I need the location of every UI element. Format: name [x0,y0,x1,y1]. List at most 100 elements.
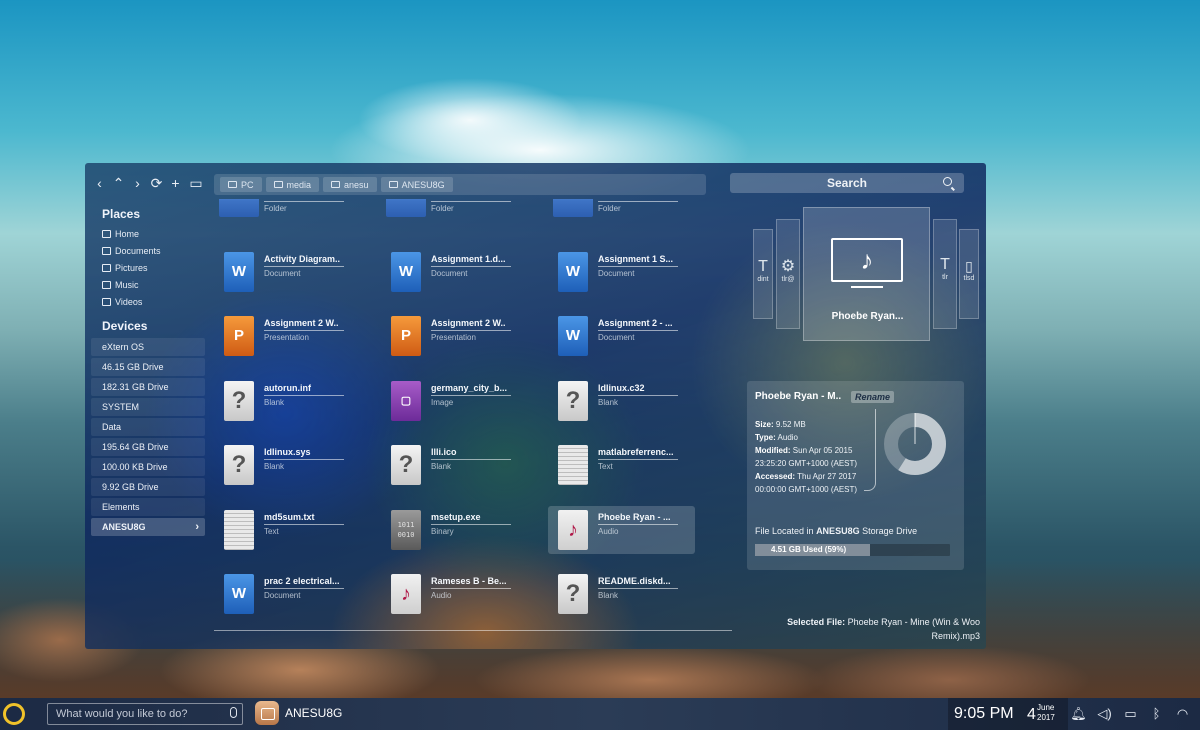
file-item[interactable]: P Assignment 2 W.. Presentation [381,312,528,360]
file-item[interactable]: ♪ Rameses B - Be... Audio [381,570,528,618]
volume-icon[interactable]: ◁) [1096,705,1113,722]
wifi-icon[interactable]: ◠ [1174,705,1191,722]
sidebar-device-item[interactable]: 9.92 GB Drive [91,478,205,496]
microphone-icon[interactable] [230,707,237,718]
file-item[interactable]: W Assignment 1 S... Document [548,248,695,296]
file-item[interactable]: 1011 0010 msetup.exe Binary [381,506,528,554]
coverflow-item[interactable]: Tdint [753,229,773,319]
up-icon[interactable]: ⌃ [112,175,125,191]
sidebar-item-music[interactable]: Music [91,276,205,293]
file-item[interactable]: P Assignment 2 W.. Presentation [214,312,361,360]
screen-icon[interactable]: ▭ [188,175,204,191]
location-text: File Located in ANESU8G Storage Drive [755,526,918,536]
sidebar-item-pictures[interactable]: Pictures [91,259,205,276]
word-file-icon: W [391,251,421,292]
sidebar-device-item[interactable]: SYSTEM [91,398,205,416]
file-item[interactable]: matlabreferrenc... Text [548,441,695,489]
binary-file-icon: 1011 0010 [391,509,421,550]
file-item[interactable]: study Folder [214,199,361,231]
forward-icon[interactable]: › [131,175,144,191]
file-item[interactable]: ♪ Phoebe Ryan - ... Audio [548,505,695,554]
breadcrumb-item[interactable]: PC [220,177,262,192]
file-item[interactable]: ? README.diskd... Blank [548,570,695,618]
taskbar-app-file-manager[interactable]: ANESU8G [255,701,342,725]
clock[interactable]: 9:05 PM 4 June 2017 [948,698,1068,730]
file-item[interactable]: W Assignment 2 - ... Document [548,312,695,360]
file-item[interactable]: W Activity Diagram.. Document [214,248,361,296]
breadcrumb: PC media anesu ANESU8G [214,174,706,195]
sidebar-device-item[interactable]: Elements [91,498,205,516]
text-file-icon [558,445,588,485]
file-item[interactable]: ? ldlinux.sys Blank [214,441,361,489]
sidebar-device-item[interactable]: 182.31 GB Drive [91,378,205,396]
file-item[interactable]: System Volume... Folder [548,199,695,231]
divider [864,409,876,491]
file-type: Folder [431,204,454,213]
add-icon[interactable]: + [169,175,182,191]
bell-icon[interactable]: 🔔︎ [1070,705,1087,722]
refresh-icon[interactable]: ⟳ [150,175,163,191]
back-icon[interactable]: ‹ [93,175,106,191]
sidebar-device-item[interactable]: 195.64 GB Drive [91,438,205,456]
blank-file-icon: ? [391,445,421,485]
file-item[interactable]: ? autorun.inf Blank [214,377,361,425]
file-type: Blank [598,397,619,407]
coverflow-item[interactable]: ⚙ tlr@ [776,219,800,329]
file-name: ldlinux.sys [264,447,344,460]
sidebar-item-home[interactable]: Home [91,225,205,242]
sidebar-device-item[interactable]: 100.00 KB Drive [91,458,205,476]
file-type: Blank [264,397,285,407]
file-name: Assignment 2 - ... [598,318,678,331]
coverflow-item[interactable]: Ttlr [933,219,957,329]
file-icon: T [758,258,768,275]
folder-file-icon [386,199,426,217]
file-type: Blank [264,462,285,471]
file-info-panel: Phoebe Ryan - M.. Rename Size: 9.52 MB T… [747,381,964,570]
file-name: llli.ico [431,447,511,460]
folder-file-icon [219,199,259,217]
sidebar-device-item[interactable]: Data [91,418,205,436]
file-item[interactable]: md5sum.txt Text [214,506,361,554]
ppt-file-icon: P [224,316,254,356]
file-item[interactable]: syslinux Folder [381,199,528,231]
sidebar-device-item[interactable]: ANESU8G › [91,518,205,536]
sidebar-device-item[interactable]: 46.15 GB Drive [91,358,205,376]
rename-button[interactable]: Rename [851,391,895,403]
search-input[interactable]: Search [730,173,964,193]
folder-icon [273,181,283,188]
start-button[interactable] [3,703,25,725]
audio-file-icon: ♪ [391,574,421,614]
file-type: Blank [431,462,452,471]
file-item[interactable]: ? llli.ico Blank [381,441,528,489]
file-item[interactable]: W Assignment 1.d... Document [381,248,528,296]
folder-icon [102,246,111,255]
breadcrumb-item[interactable]: ANESU8G [380,177,453,192]
sidebar-item-documents[interactable]: Documents [91,242,205,259]
file-type: Audio [431,591,452,600]
assistant-input[interactable]: What would you like to do? [47,703,243,725]
search-icon[interactable] [943,177,952,186]
file-name: Activity Diagram.. [264,254,344,267]
file-item[interactable]: ▢ germany_city_b... Image [381,377,528,425]
text-file-icon [224,509,254,550]
file-type: Document [264,268,301,278]
file-item[interactable]: Wprac 2 electrical... Document [214,570,361,618]
breadcrumb-item[interactable]: anesu [323,177,377,192]
file-grid: studyFolder syslinuxFolder System Volume..… [214,199,734,629]
file-type: Presentation [264,333,309,342]
sidebar-item-videos[interactable]: Videos [91,293,205,310]
file-name: System Volume... [598,199,678,202]
bluetooth-icon[interactable]: ᛒ [1148,705,1165,722]
file-item[interactable]: ? ldlinux.c32 Blank [548,377,695,425]
file-name: md5sum.txt [264,512,344,525]
breadcrumb-item[interactable]: media [265,177,320,192]
coverflow-item[interactable]: ▯ tlsd [959,229,979,319]
img-file-icon: ▢ [391,380,421,421]
file-type: Document [431,268,468,278]
coverflow-current[interactable]: ♪ Phoebe Ryan... [803,207,930,341]
word-file-icon: W [558,316,588,356]
sidebar-device-item[interactable]: eXtern OS [91,338,205,356]
file-type: Audio [598,526,619,536]
word-file-icon: W [224,251,254,292]
battery-icon[interactable]: ▭ [1122,705,1139,722]
